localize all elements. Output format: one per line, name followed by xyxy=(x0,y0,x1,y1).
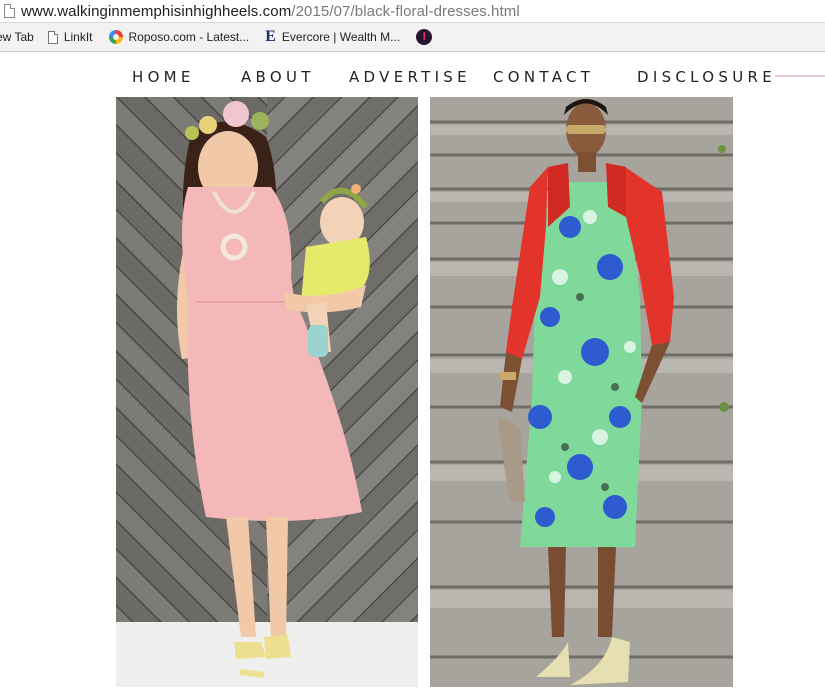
url-text[interactable]: www.walkinginmemphisinhighheels.com/2015… xyxy=(21,3,520,20)
bookmark-label: ew Tab xyxy=(0,30,34,44)
site-navigation: HOME ABOUT ADVERTISE CONTACT DISCLOSURE xyxy=(0,52,825,97)
nav-accent-line xyxy=(775,75,825,77)
bookmark-label: Roposo.com - Latest... xyxy=(128,30,250,44)
bookmark-site[interactable]: ! xyxy=(416,23,438,51)
page-icon xyxy=(47,30,58,44)
bookmark-linkit[interactable]: LinkIt xyxy=(47,23,93,51)
photo-floral-dress[interactable] xyxy=(430,97,733,687)
nav-home[interactable]: HOME xyxy=(132,68,195,86)
photo-floral-dress-image xyxy=(430,97,733,687)
nav-contact[interactable]: CONTACT xyxy=(493,68,594,86)
url-host: www.walkinginmemphisinhighheels.com xyxy=(21,2,292,20)
site-favicon-icon: ! xyxy=(416,29,433,45)
nav-advertise[interactable]: ADVERTISE xyxy=(349,68,471,86)
nav-disclosure[interactable]: DISCLOSURE xyxy=(637,68,776,86)
page-icon xyxy=(4,4,15,18)
roposo-logo-icon xyxy=(108,30,123,44)
bookmark-label: Evercore | Wealth M... xyxy=(281,30,401,44)
photo-pink-dress-image xyxy=(116,97,418,687)
bookmark-label: LinkIt xyxy=(63,30,93,44)
bookmark-new-tab[interactable]: ew Tab xyxy=(0,23,34,51)
photo-pink-dress[interactable] xyxy=(116,97,418,687)
url-path: /2015/07/black-floral-dresses.html xyxy=(291,2,520,20)
bookmarks-bar: ew Tab LinkIt Roposo.com - Latest... E E… xyxy=(0,23,825,52)
bookmark-evercore[interactable]: E Evercore | Wealth M... xyxy=(265,23,400,51)
evercore-logo-icon: E xyxy=(265,28,276,45)
nav-about[interactable]: ABOUT xyxy=(241,68,315,86)
bookmark-roposo[interactable]: Roposo.com - Latest... xyxy=(108,23,250,51)
address-bar[interactable]: www.walkinginmemphisinhighheels.com/2015… xyxy=(0,0,825,23)
